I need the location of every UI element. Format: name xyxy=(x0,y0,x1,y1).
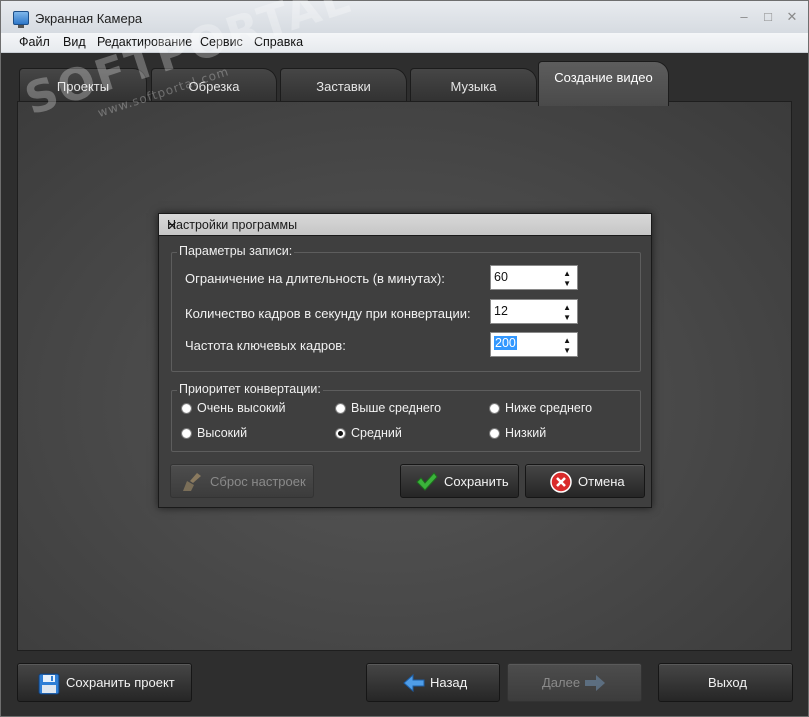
exit-button[interactable]: Выход xyxy=(658,663,793,702)
tab-strip: Проекты Обрезка Заставки Музыка Создание… xyxy=(17,61,792,106)
radio-very-high[interactable]: Очень высокий xyxy=(181,401,311,417)
dialog-title-bar: Настройки программы ✕ xyxy=(159,214,651,236)
fps-spinner[interactable]: 12 ▲ ▼ xyxy=(490,299,578,324)
radio-label: Низкий xyxy=(505,426,547,440)
duration-label: Ограничение на длительность (в минутах): xyxy=(185,271,445,286)
radio-label: Высокий xyxy=(197,426,248,440)
spin-down-icon[interactable]: ▼ xyxy=(563,346,571,355)
reset-settings-button[interactable]: Сброс настроек xyxy=(170,464,314,498)
minimize-icon[interactable]: – xyxy=(734,9,754,25)
close-icon[interactable]: ✕ xyxy=(782,9,802,25)
reset-settings-label: Сброс настроек xyxy=(210,474,306,489)
menu-help[interactable]: Справка xyxy=(254,35,303,49)
arrow-left-icon xyxy=(403,674,425,692)
spin-up-icon[interactable]: ▲ xyxy=(563,336,571,345)
menu-bar: Файл Вид Редактирование Сервис Справка xyxy=(1,33,808,53)
exit-label: Выход xyxy=(708,675,747,690)
radio-medium[interactable]: Средний xyxy=(335,426,465,442)
save-project-label: Сохранить проект xyxy=(66,675,175,690)
radio-label: Очень высокий xyxy=(197,401,286,415)
save-project-button[interactable]: Сохранить проект xyxy=(17,663,192,702)
dialog-close-icon[interactable]: ✕ xyxy=(167,218,645,233)
save-settings-button[interactable]: Сохранить xyxy=(400,464,519,498)
settings-dialog: Настройки программы ✕ Параметры записи: … xyxy=(158,213,652,508)
spin-up-icon[interactable]: ▲ xyxy=(563,269,571,278)
radio-low[interactable]: Низкий xyxy=(489,426,619,442)
menu-service[interactable]: Сервис xyxy=(200,35,243,49)
title-bar: Экранная Камера – □ ✕ xyxy=(1,1,808,33)
menu-edit[interactable]: Редактирование xyxy=(97,35,192,49)
radio-label: Ниже среднего xyxy=(505,401,593,415)
cancel-x-icon xyxy=(550,471,572,493)
duration-value: 60 xyxy=(494,270,508,284)
keyframe-spinner[interactable]: 200 ▲ ▼ xyxy=(490,332,578,357)
radio-circle-icon xyxy=(489,428,500,439)
monitor-icon xyxy=(13,11,29,28)
back-button[interactable]: Назад xyxy=(366,663,500,702)
checkmark-icon xyxy=(416,472,438,491)
next-button[interactable]: Далее xyxy=(507,663,642,702)
back-label: Назад xyxy=(430,675,468,690)
radio-label: Средний xyxy=(351,426,402,440)
radio-circle-icon xyxy=(335,428,346,439)
app-window: Экранная Камера – □ ✕ Файл Вид Редактиро… xyxy=(0,0,809,717)
radio-circle-icon xyxy=(181,403,192,414)
spin-down-icon[interactable]: ▼ xyxy=(563,279,571,288)
radio-below-average[interactable]: Ниже среднего xyxy=(489,401,619,417)
spin-up-icon[interactable]: ▲ xyxy=(563,303,571,312)
radio-above-average[interactable]: Выше среднего xyxy=(335,401,465,417)
cancel-button[interactable]: Отмена xyxy=(525,464,645,498)
radio-label: Выше среднего xyxy=(351,401,442,415)
priority-group: Приоритет конвертации: xyxy=(171,382,641,452)
save-settings-label: Сохранить xyxy=(444,474,509,489)
recording-params-legend: Параметры записи: xyxy=(177,244,295,258)
bottom-toolbar: Сохранить проект Назад Далее Выход xyxy=(1,659,808,716)
menu-view[interactable]: Вид xyxy=(63,35,86,49)
radio-circle-icon xyxy=(181,428,192,439)
keyframe-value[interactable]: 200 xyxy=(494,336,517,350)
window-title: Экранная Камера xyxy=(35,11,143,26)
radio-circle-icon xyxy=(489,403,500,414)
arrow-right-icon xyxy=(585,675,605,691)
broom-icon xyxy=(183,473,201,491)
cancel-label: Отмена xyxy=(578,474,625,489)
duration-spinner[interactable]: 60 ▲ ▼ xyxy=(490,265,578,290)
keyframe-label: Частота ключевых кадров: xyxy=(185,338,346,353)
tab-create-video[interactable]: Создание видео xyxy=(538,61,669,106)
menu-file[interactable]: Файл xyxy=(19,35,50,49)
radio-high[interactable]: Высокий xyxy=(181,426,311,442)
spin-down-icon[interactable]: ▼ xyxy=(563,313,571,322)
priority-legend: Приоритет конвертации: xyxy=(177,382,323,396)
fps-value: 12 xyxy=(494,304,508,318)
radio-circle-icon xyxy=(335,403,346,414)
fps-label: Количество кадров в секунду при конверта… xyxy=(185,306,471,321)
floppy-disk-icon xyxy=(38,673,60,695)
maximize-icon[interactable]: □ xyxy=(758,9,778,25)
next-label: Далее xyxy=(542,675,581,690)
